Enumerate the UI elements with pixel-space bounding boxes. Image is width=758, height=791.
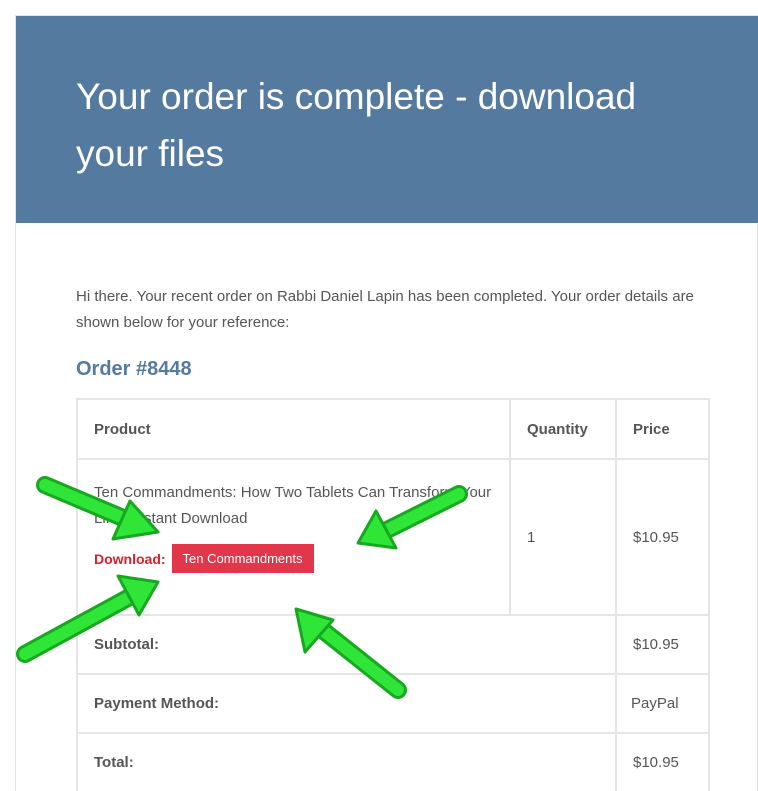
email-page: Your order is complete - download your f… [0, 0, 758, 791]
subtotal-value: $10.95 [615, 614, 710, 675]
payment-method-label: Payment Method: [76, 673, 617, 734]
order-intro-message: Hi there. Your recent order on Rabbi Dan… [76, 288, 694, 331]
subtotal-label: Subtotal: [76, 614, 617, 675]
price-cell: $10.95 [615, 458, 710, 616]
table-row: Payment Method: PayPal [76, 673, 710, 734]
download-ten-commandments-button[interactable]: Ten Commandments [171, 544, 314, 573]
total-label: Total: [76, 732, 617, 791]
table-row: Total: $10.95 [76, 732, 710, 791]
product-column-header: Product [76, 398, 511, 460]
order-email-card: Your order is complete - download your f… [15, 15, 758, 791]
email-header: Your order is complete - download your f… [16, 16, 758, 223]
total-value: $10.95 [615, 732, 710, 791]
quantity-cell: 1 [509, 458, 617, 616]
table-row: Subtotal: $10.95 [76, 614, 710, 675]
page-title: Your order is complete - download your f… [76, 76, 637, 174]
table-row: Ten Commandments: How Two Tablets Can Tr… [76, 458, 710, 616]
price-column-header: Price [615, 398, 710, 460]
product-name: Ten Commandments: How Two Tablets Can Tr… [94, 484, 492, 527]
payment-method-value: PayPal [615, 673, 710, 734]
quantity-column-header: Quantity [509, 398, 617, 460]
product-cell: Ten Commandments: How Two Tablets Can Tr… [76, 458, 511, 616]
download-label: Download: [94, 550, 166, 567]
order-details-table: Product Quantity Price Ten Commandments:… [76, 398, 710, 791]
table-header-row: Product Quantity Price [76, 398, 710, 460]
download-row: Download: Ten Commandments [94, 544, 493, 573]
order-number-heading: Order #8448 [76, 358, 192, 380]
